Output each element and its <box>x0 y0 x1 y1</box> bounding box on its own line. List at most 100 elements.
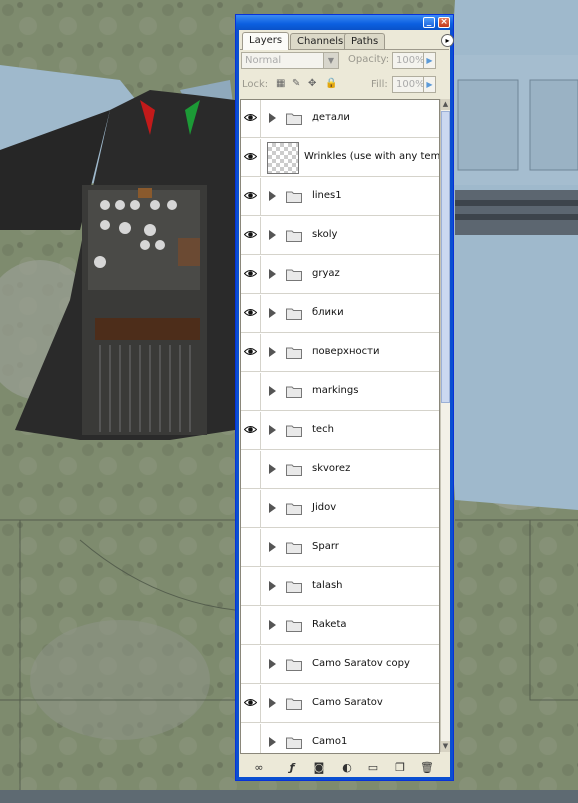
lock-position-icon[interactable]: ✥ <box>308 79 318 89</box>
visibility-toggle[interactable] <box>241 178 261 215</box>
layer-list-scrollbar[interactable]: ▲ ▼ <box>440 99 450 752</box>
layer-name: Raketa <box>312 619 347 630</box>
visibility-toggle[interactable] <box>241 373 261 410</box>
minimize-icon[interactable]: _ <box>423 17 435 28</box>
layer-style-icon[interactable]: ƒ <box>285 761 299 774</box>
expand-arrow-icon[interactable] <box>269 386 276 396</box>
expand-arrow-icon[interactable] <box>269 347 276 357</box>
visibility-toggle[interactable] <box>241 529 261 566</box>
visibility-toggle[interactable] <box>241 100 261 137</box>
new-layer-icon[interactable]: ❐ <box>393 761 407 774</box>
layer-row[interactable]: Camo Saratov copy <box>241 646 439 684</box>
layer-row[interactable]: поверхности <box>241 334 439 372</box>
layer-row[interactable]: skvorez <box>241 451 439 489</box>
layer-name: Camo Saratov <box>312 697 383 708</box>
folder-icon <box>286 581 302 593</box>
scroll-down-icon[interactable]: ▼ <box>441 741 450 752</box>
visibility-toggle[interactable] <box>241 451 261 488</box>
layer-row[interactable]: markings <box>241 373 439 411</box>
visibility-toggle[interactable] <box>241 217 261 254</box>
expand-arrow-icon[interactable] <box>269 269 276 279</box>
layer-row[interactable]: Wrinkles (use with any temp... <box>241 139 439 177</box>
expand-arrow-icon[interactable] <box>269 659 276 669</box>
visibility-toggle[interactable] <box>241 568 261 605</box>
eye-icon[interactable] <box>244 308 257 317</box>
expand-arrow-icon[interactable] <box>269 503 276 513</box>
adjustment-layer-icon[interactable]: ◐ <box>340 761 354 774</box>
panel-menu-arrow-icon[interactable]: ▸ <box>441 34 454 47</box>
visibility-toggle[interactable] <box>241 295 261 332</box>
layer-row[interactable]: Camo1 <box>241 724 439 753</box>
folder-icon <box>286 347 302 359</box>
layer-row[interactable]: блики <box>241 295 439 333</box>
expand-arrow-icon[interactable] <box>269 191 276 201</box>
layer-row[interactable]: Camo Saratov <box>241 685 439 723</box>
expand-arrow-icon[interactable] <box>269 737 276 747</box>
expand-arrow-icon[interactable] <box>269 542 276 552</box>
opacity-field[interactable]: 100% ▶ <box>392 52 436 69</box>
visibility-toggle[interactable] <box>241 334 261 371</box>
layer-row[interactable]: Jidov <box>241 490 439 528</box>
layer-row[interactable]: Raketa <box>241 607 439 645</box>
layer-name: Sparr <box>312 541 339 552</box>
layer-row[interactable]: gryaz <box>241 256 439 294</box>
visibility-toggle[interactable] <box>241 724 261 753</box>
fill-slider-arrow-icon[interactable]: ▶ <box>423 77 435 92</box>
expand-arrow-icon[interactable] <box>269 464 276 474</box>
tab-paths[interactable]: Paths <box>344 33 386 49</box>
expand-arrow-icon[interactable] <box>269 113 276 123</box>
visibility-toggle[interactable] <box>241 646 261 683</box>
blend-mode-select[interactable]: Normal ▼ <box>241 52 339 69</box>
eye-icon[interactable] <box>244 269 257 278</box>
add-mask-icon[interactable]: ◙ <box>312 761 326 774</box>
layer-row[interactable]: talash <box>241 568 439 606</box>
expand-arrow-icon[interactable] <box>269 620 276 630</box>
fill-value: 100% <box>396 79 425 90</box>
expand-arrow-icon[interactable] <box>269 581 276 591</box>
expand-arrow-icon[interactable] <box>269 425 276 435</box>
fill-field[interactable]: 100% ▶ <box>392 76 436 93</box>
fill-label: Fill: <box>371 79 388 90</box>
chevron-down-icon[interactable]: ▼ <box>323 53 338 68</box>
link-layers-icon[interactable]: ∞ <box>252 761 266 774</box>
layer-row[interactable]: детали <box>241 100 439 138</box>
expand-arrow-icon[interactable] <box>269 308 276 318</box>
tab-channels[interactable]: Channels <box>290 33 351 49</box>
expand-arrow-icon[interactable] <box>269 698 276 708</box>
layer-row[interactable]: tech <box>241 412 439 450</box>
visibility-toggle[interactable] <box>241 256 261 293</box>
eye-icon[interactable] <box>244 347 257 356</box>
visibility-toggle[interactable] <box>241 412 261 449</box>
scroll-thumb[interactable] <box>441 111 450 403</box>
layer-row[interactable]: Sparr <box>241 529 439 567</box>
eye-icon[interactable] <box>244 425 257 434</box>
lock-transparency-icon[interactable]: ▦ <box>276 79 286 89</box>
folder-icon <box>286 386 302 398</box>
lock-image-icon[interactable]: ✎ <box>292 79 302 89</box>
eye-icon[interactable] <box>244 191 257 200</box>
visibility-toggle[interactable] <box>241 139 261 176</box>
panel-titlebar[interactable]: _ × <box>236 15 453 30</box>
eye-icon[interactable] <box>244 698 257 707</box>
layer-name: блики <box>312 307 344 318</box>
folder-icon <box>286 191 302 203</box>
eye-icon[interactable] <box>244 230 257 239</box>
layer-row[interactable]: lines1 <box>241 178 439 216</box>
visibility-toggle[interactable] <box>241 490 261 527</box>
scroll-up-icon[interactable]: ▲ <box>441 99 450 110</box>
lock-all-icon[interactable]: 🔒 <box>325 79 337 89</box>
opacity-slider-arrow-icon[interactable]: ▶ <box>423 53 435 68</box>
tab-layers[interactable]: Layers <box>242 32 290 50</box>
new-group-icon[interactable]: ▭ <box>366 761 380 774</box>
opacity-label: Opacity: <box>348 54 390 65</box>
visibility-toggle[interactable] <box>241 607 261 644</box>
delete-layer-icon[interactable]: 🗑 <box>420 761 434 774</box>
eye-icon[interactable] <box>244 113 257 122</box>
visibility-toggle[interactable] <box>241 685 261 722</box>
folder-icon <box>286 698 302 710</box>
layer-row[interactable]: skoly <box>241 217 439 255</box>
layer-name: skoly <box>312 229 338 240</box>
close-icon[interactable]: × <box>438 17 450 28</box>
expand-arrow-icon[interactable] <box>269 230 276 240</box>
eye-icon[interactable] <box>244 152 257 161</box>
